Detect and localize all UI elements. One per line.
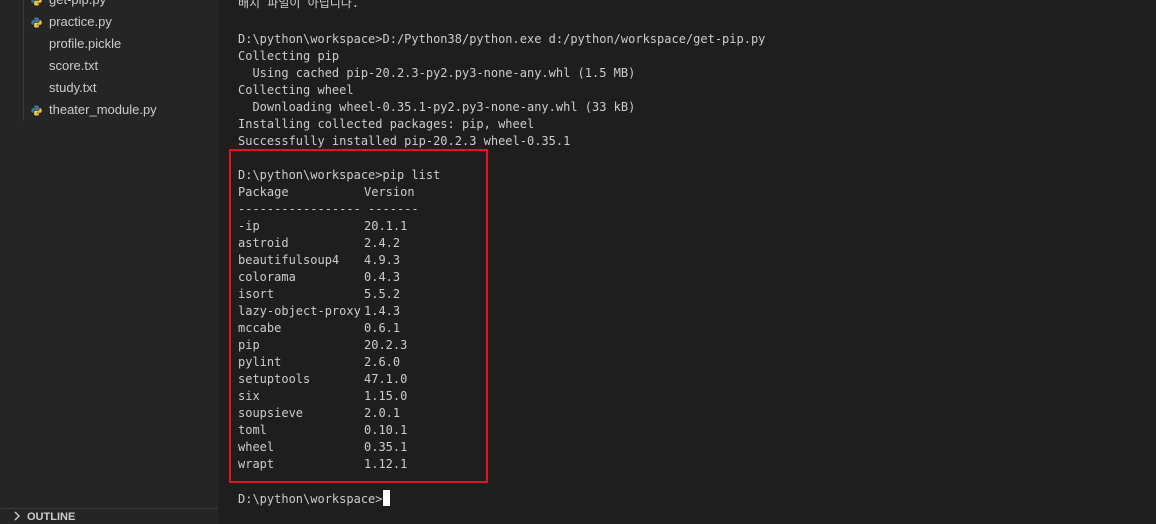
package-row: -ip 20.1.1 xyxy=(238,218,407,235)
package-name: wrapt xyxy=(238,457,275,471)
package-name: mccabe xyxy=(238,321,282,335)
package-version: 47.1.0 xyxy=(364,372,408,386)
package-row: pylint 2.6.0 xyxy=(238,354,400,371)
terminal-panel[interactable]: 배치 파일이 아닙니다. D:\python\workspace>D:/Pyth… xyxy=(218,0,1156,524)
package-table-header: Package Version xyxy=(238,184,415,201)
explorer-file-item[interactable]: practice.py xyxy=(0,11,218,33)
package-name: setuptools xyxy=(238,372,311,386)
package-row: six 1.15.0 xyxy=(238,388,407,405)
package-name: pip xyxy=(238,338,260,352)
package-name: beautifulsoup4 xyxy=(238,253,340,267)
explorer-file-item[interactable]: study.txt xyxy=(0,77,218,99)
package-row: beautifulsoup4 4.9.3 xyxy=(238,252,400,269)
package-row: lazy-object-proxy 1.4.3 xyxy=(238,303,400,320)
terminal-output-line: Collecting wheel xyxy=(238,83,354,97)
package-row: colorama 0.4.3 xyxy=(238,269,400,286)
terminal-output-line: Successfully installed pip-20.2.3 wheel-… xyxy=(238,134,571,148)
explorer-file-item[interactable]: profile.pickle xyxy=(0,33,218,55)
terminal-output-line: Collecting pip xyxy=(238,49,340,63)
pip-list-command-line: D:\python\workspace>pip list xyxy=(238,168,441,182)
explorer-file-name: practice.py xyxy=(49,14,112,29)
indent-guide xyxy=(23,0,24,11)
package-version: 20.1.1 xyxy=(364,219,408,233)
package-version: 4.9.3 xyxy=(364,253,401,267)
python-file-icon xyxy=(31,17,42,28)
terminal-prompt: D:\python\workspace> xyxy=(238,492,383,506)
package-version: 20.2.3 xyxy=(364,338,408,352)
package-row: soupsieve 2.0.1 xyxy=(238,405,400,422)
package-name: astroid xyxy=(238,236,289,250)
explorer-file-item[interactable]: theater_module.py xyxy=(0,99,218,121)
package-row: mccabe 0.6.1 xyxy=(238,320,400,337)
package-row: wrapt 1.12.1 xyxy=(238,456,407,473)
explorer-file-list: get-pip.py practice.py profile.pickle score… xyxy=(0,0,218,121)
outline-label: OUTLINE xyxy=(27,511,76,523)
package-version: 0.10.1 xyxy=(364,423,408,437)
package-version: 0.4.3 xyxy=(364,270,401,284)
package-row: setuptools 47.1.0 xyxy=(238,371,407,388)
package-row: wheel 0.35.1 xyxy=(238,439,407,456)
indent-guide xyxy=(23,33,24,55)
package-row: toml 0.10.1 xyxy=(238,422,407,439)
indent-guide xyxy=(23,99,24,121)
package-name: isort xyxy=(238,287,275,301)
package-version: 0.6.1 xyxy=(364,321,401,335)
explorer-file-name: theater_module.py xyxy=(49,102,157,117)
python-file-icon xyxy=(31,0,42,6)
package-name: soupsieve xyxy=(238,406,304,420)
terminal-cursor xyxy=(382,490,390,506)
package-name: wheel xyxy=(238,440,275,454)
package-version: 1.4.3 xyxy=(364,304,401,318)
package-row: pip 20.2.3 xyxy=(238,337,407,354)
chevron-right-icon xyxy=(14,511,20,521)
package-name: colorama xyxy=(238,270,296,284)
explorer-file-item[interactable]: score.txt xyxy=(0,55,218,77)
terminal-output-line: Downloading wheel-0.35.1-py2.py3-none-an… xyxy=(238,100,636,114)
explorer-file-name: profile.pickle xyxy=(49,36,122,51)
explorer-file-name: get-pip.py xyxy=(49,0,106,7)
package-row: astroid 2.4.2 xyxy=(238,235,400,252)
package-name: toml xyxy=(238,423,267,437)
explorer-sidebar: get-pip.py practice.py profile.pickle score… xyxy=(0,0,218,524)
terminal-output-line: Using cached pip-20.2.3-py2.py3-none-any… xyxy=(238,66,636,80)
package-name: six xyxy=(238,389,260,403)
package-name: pylint xyxy=(238,355,282,369)
package-version: 1.12.1 xyxy=(364,457,408,471)
terminal-output-line: Installing collected packages: pip, whee… xyxy=(238,117,535,131)
package-table-separator: ----------------- ------- xyxy=(238,202,419,216)
indent-guide xyxy=(23,55,24,77)
package-row: isort 5.5.2 xyxy=(238,286,400,303)
indent-guide xyxy=(23,77,24,99)
explorer-file-name: score.txt xyxy=(49,58,99,73)
package-version: 2.4.2 xyxy=(364,236,401,250)
terminal-notice-line: 배치 파일이 아닙니다. xyxy=(238,0,360,10)
version-column-header: Version xyxy=(364,185,415,199)
package-name: lazy-object-proxy xyxy=(238,304,361,318)
package-column-header: Package xyxy=(238,185,289,199)
indent-guide xyxy=(23,11,24,33)
package-version: 5.5.2 xyxy=(364,287,401,301)
package-version: 2.0.1 xyxy=(364,406,401,420)
package-version: 2.6.0 xyxy=(364,355,401,369)
package-version: 1.15.0 xyxy=(364,389,408,403)
package-version: 0.35.1 xyxy=(364,440,408,454)
package-name: -ip xyxy=(238,219,260,233)
python-file-icon xyxy=(31,105,42,116)
explorer-file-name: study.txt xyxy=(49,80,97,95)
explorer-file-item[interactable]: get-pip.py xyxy=(0,0,218,11)
terminal-output-line: D:\python\workspace>D:/Python38/python.e… xyxy=(238,32,766,46)
outline-section-header[interactable]: OUTLINE xyxy=(0,508,218,524)
terminal-prompt-line[interactable]: D:\python\workspace> xyxy=(238,490,390,507)
vscode-window: get-pip.py practice.py profile.pickle score… xyxy=(0,0,1156,524)
